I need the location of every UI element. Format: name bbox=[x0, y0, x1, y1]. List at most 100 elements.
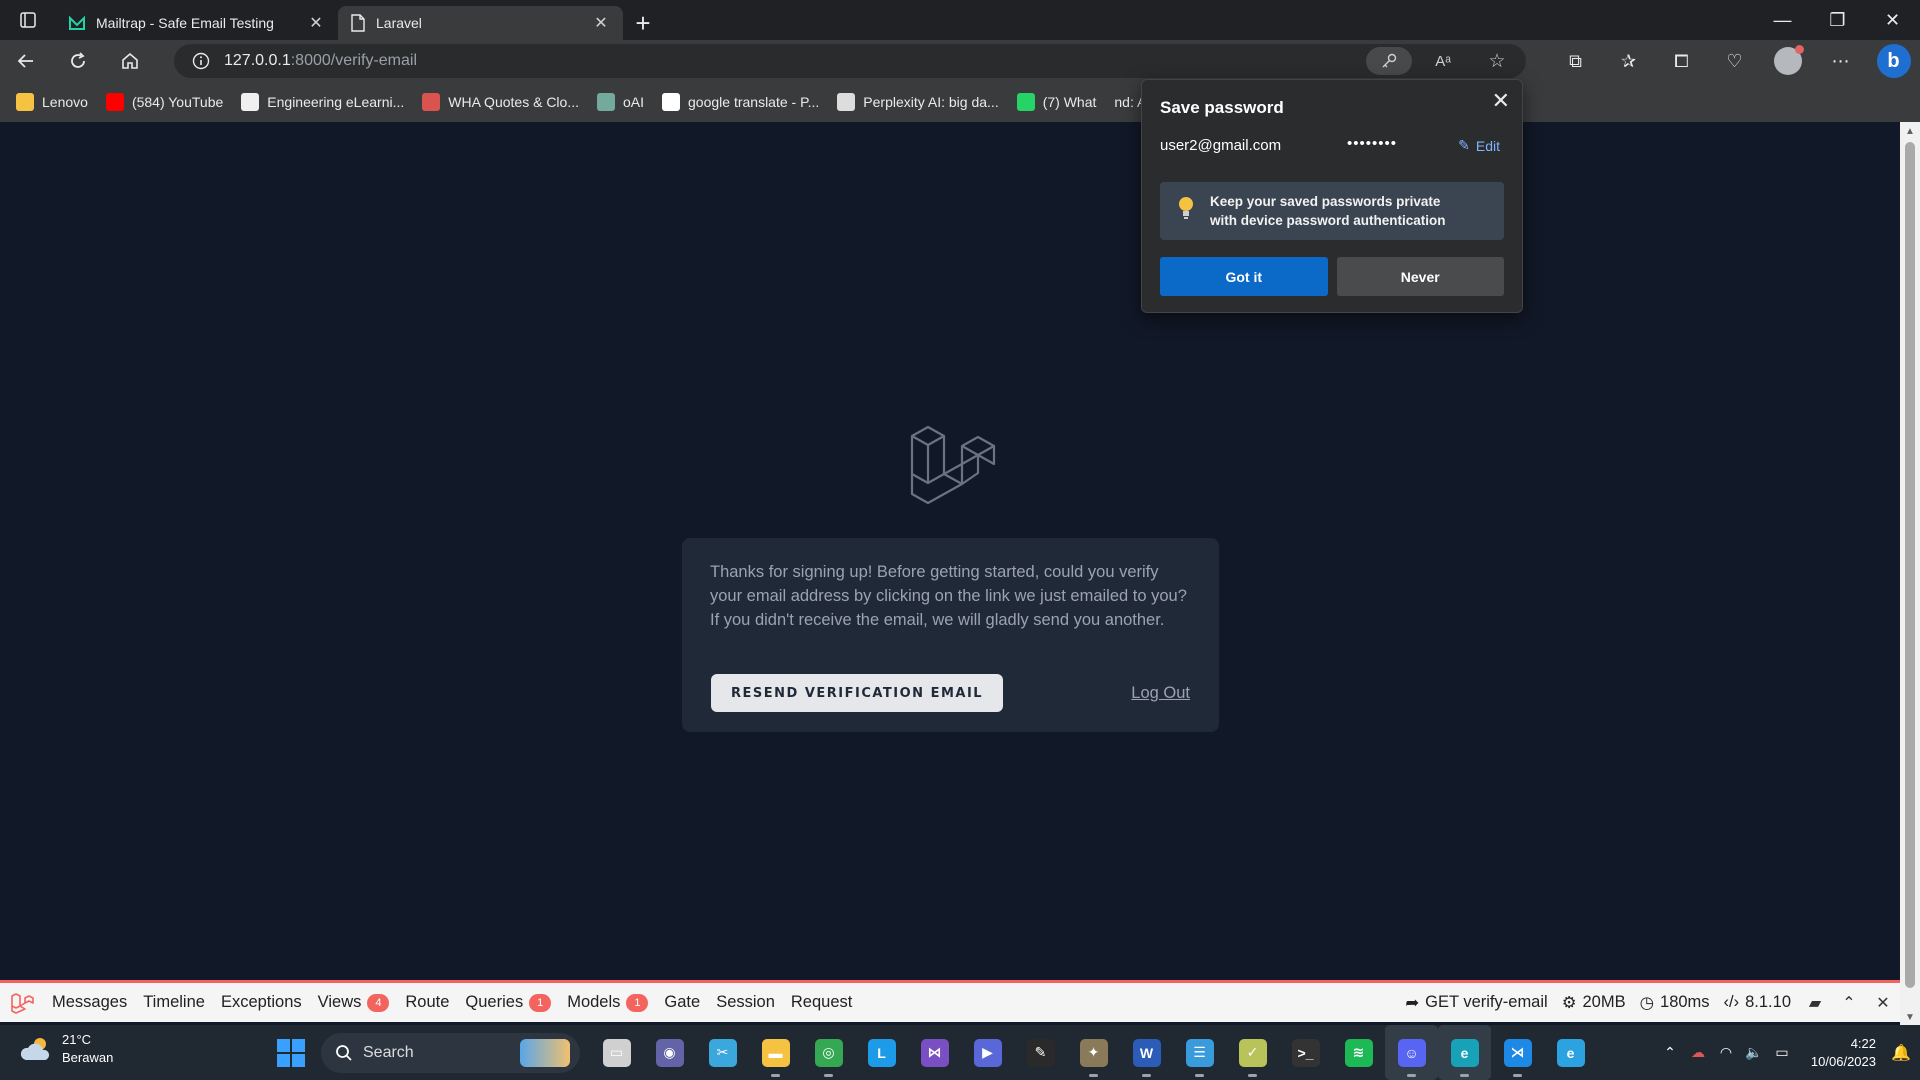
debugbar-tab-timeline[interactable]: Timeline bbox=[135, 983, 213, 1022]
taskbar-app[interactable]: ✦ bbox=[1067, 1025, 1120, 1080]
moodle-icon bbox=[241, 93, 260, 111]
scroll-up-icon[interactable]: ▲ bbox=[1900, 122, 1920, 140]
home-button[interactable] bbox=[104, 40, 156, 82]
url-text[interactable]: 127.0.0.1:8000/verify-email bbox=[224, 52, 417, 70]
debugbar-tab-request[interactable]: Request bbox=[783, 983, 860, 1022]
tab-mailtrap[interactable]: Mailtrap - Safe Email Testing ✕ bbox=[56, 6, 338, 40]
windows-taskbar: 21°C Berawan Search ▭ ◉ ✂ ▬ ◎ L ⋈ ▶ ✎ ✦ W ☰ ✓ >_ ≋ ☺ e ⋊ e… bbox=[0, 1025, 1920, 1080]
debugbar-tab-views[interactable]: Views 4 bbox=[310, 983, 398, 1022]
taskbar-app[interactable]: ✂ bbox=[696, 1025, 749, 1080]
bookmark-item[interactable]: Lenovo bbox=[16, 93, 88, 111]
discord-app-icon: ☺ bbox=[1397, 1038, 1426, 1067]
taskbar-app[interactable]: ≋ bbox=[1332, 1025, 1385, 1080]
taskbar-app[interactable]: ▬ bbox=[749, 1025, 802, 1080]
bookmark-item[interactable]: WHA Quotes & Clo... bbox=[422, 93, 579, 111]
debugbar-tab-models[interactable]: Models 1 bbox=[559, 983, 656, 1022]
volume-icon[interactable]: 🔈 bbox=[1740, 1044, 1768, 1061]
taskbar-app[interactable]: ☰ bbox=[1173, 1025, 1226, 1080]
scrollbar-thumb[interactable] bbox=[1905, 142, 1915, 988]
debugbar-logo-icon[interactable] bbox=[0, 991, 44, 1015]
favorites-button[interactable]: ✰ bbox=[1602, 40, 1655, 82]
bookmark-item[interactable]: (7) What bbox=[1016, 93, 1096, 111]
collections-button[interactable]: ⧠ bbox=[1655, 40, 1708, 82]
chevron-up-icon[interactable]: ⌃ bbox=[1656, 1044, 1684, 1061]
tab-title: Mailtrap - Safe Email Testing bbox=[96, 15, 274, 31]
resend-verification-button[interactable]: RESEND VERIFICATION EMAIL bbox=[711, 674, 1004, 712]
grid-icon bbox=[837, 93, 856, 111]
weather-widget[interactable]: 21°C Berawan bbox=[20, 1031, 113, 1067]
laravel-logo-icon bbox=[910, 425, 996, 505]
taskbar-app[interactable]: e bbox=[1544, 1025, 1597, 1080]
taskbar-app[interactable]: W bbox=[1120, 1025, 1173, 1080]
tab-laravel[interactable]: Laravel ✕ bbox=[338, 6, 623, 40]
back-button[interactable] bbox=[0, 40, 52, 82]
close-icon[interactable]: ✕ bbox=[591, 13, 611, 33]
address-bar[interactable]: 127.0.0.1:8000/verify-email Aᵃ ☆ bbox=[174, 44, 1526, 78]
expand-icon[interactable]: ⌃ bbox=[1832, 993, 1866, 1013]
taskbar-app[interactable]: ⋊ bbox=[1491, 1025, 1544, 1080]
browser-essentials-button[interactable]: ♡ bbox=[1708, 40, 1761, 82]
close-icon[interactable]: ✕ bbox=[1866, 993, 1900, 1013]
read-aloud-button[interactable]: Aᵃ bbox=[1420, 47, 1466, 75]
taskbar-app[interactable]: ◉ bbox=[643, 1025, 696, 1080]
restore-button[interactable]: ❐ bbox=[1810, 0, 1865, 40]
debugbar-tab-exceptions[interactable]: Exceptions bbox=[213, 983, 310, 1022]
new-tab-button[interactable]: + bbox=[623, 6, 663, 40]
clock[interactable]: 4:22 10/06/2023 bbox=[1796, 1035, 1882, 1071]
sticky-notes-app-icon: ✓ bbox=[1238, 1038, 1267, 1067]
logout-link[interactable]: Log Out bbox=[1131, 684, 1190, 703]
close-icon[interactable]: ✕ bbox=[306, 13, 326, 33]
debugbar-tab-route[interactable]: Route bbox=[397, 983, 457, 1022]
taskbar-app[interactable]: L bbox=[855, 1025, 908, 1080]
taskbar-app[interactable]: ▶ bbox=[961, 1025, 1014, 1080]
bookmark-item[interactable]: (584) YouTube bbox=[105, 93, 223, 111]
password-key-button[interactable] bbox=[1366, 47, 1412, 75]
info-icon[interactable] bbox=[192, 52, 210, 70]
taskbar-app[interactable]: ☺ bbox=[1385, 1025, 1438, 1080]
bookmark-item[interactable]: Engineering eLearni... bbox=[241, 93, 404, 111]
bookmark-item[interactable]: oAI bbox=[597, 93, 644, 111]
visual-studio-app-icon: ⋈ bbox=[920, 1038, 949, 1067]
debugbar-tab-queries[interactable]: Queries 1 bbox=[457, 983, 559, 1022]
profile-button[interactable] bbox=[1761, 40, 1814, 82]
start-button-icon[interactable] bbox=[277, 1039, 305, 1067]
time-info: ◷ 180ms bbox=[1633, 993, 1717, 1013]
page-scrollbar[interactable]: ▲ ▼ bbox=[1900, 122, 1920, 1026]
onedrive-icon[interactable]: ☁ bbox=[1684, 1044, 1712, 1061]
clock-icon: ◷ bbox=[1639, 993, 1655, 1012]
taskbar-app[interactable]: ✎ bbox=[1014, 1025, 1067, 1080]
refresh-button[interactable] bbox=[52, 40, 104, 82]
extensions-button[interactable]: ⧉ bbox=[1549, 40, 1602, 82]
edit-button[interactable]: ✎ Edit bbox=[1458, 137, 1500, 154]
taskbar-app[interactable]: ▭ bbox=[590, 1025, 643, 1080]
taskbar-app[interactable]: e bbox=[1438, 1025, 1491, 1080]
search-icon bbox=[336, 1045, 352, 1061]
got-it-button[interactable]: Got it bbox=[1160, 257, 1328, 296]
php-version-value: 8.1.10 bbox=[1745, 993, 1791, 1011]
taskbar-app[interactable]: ◎ bbox=[802, 1025, 855, 1080]
taskbar-search[interactable]: Search bbox=[321, 1033, 580, 1073]
scroll-down-icon[interactable]: ▼ bbox=[1900, 1008, 1920, 1026]
notification-bell-icon[interactable]: 🔔 bbox=[1882, 1043, 1920, 1063]
count-badge: 1 bbox=[529, 993, 552, 1012]
debugbar-tab-gate[interactable]: Gate bbox=[656, 983, 708, 1022]
bookmark-item[interactable]: google translate - P... bbox=[662, 93, 819, 111]
tab-actions-button[interactable] bbox=[0, 0, 56, 40]
debugbar-tab-messages[interactable]: Messages bbox=[44, 983, 135, 1022]
never-button[interactable]: Never bbox=[1336, 257, 1504, 296]
minimize-button[interactable]: — bbox=[1755, 0, 1810, 40]
taskbar-app[interactable]: >_ bbox=[1279, 1025, 1332, 1080]
bing-button[interactable]: b bbox=[1867, 40, 1920, 82]
taskbar-app[interactable]: ⋈ bbox=[908, 1025, 961, 1080]
wifi-icon[interactable]: ◠ bbox=[1712, 1044, 1740, 1061]
close-window-button[interactable]: ✕ bbox=[1865, 0, 1920, 40]
bookmark-item[interactable]: Perplexity AI: big da... bbox=[837, 93, 999, 111]
favorite-button[interactable]: ☆ bbox=[1474, 47, 1520, 75]
taskbar-app[interactable]: ✓ bbox=[1226, 1025, 1279, 1080]
youtube-icon bbox=[105, 93, 124, 111]
close-icon[interactable]: ✕ bbox=[1492, 88, 1510, 114]
open-folder-icon[interactable]: ▰ bbox=[1798, 993, 1832, 1013]
more-menu-button[interactable]: ⋯ bbox=[1814, 40, 1867, 82]
debugbar-tab-session[interactable]: Session bbox=[708, 983, 783, 1022]
battery-icon[interactable]: ▭ bbox=[1768, 1044, 1796, 1061]
